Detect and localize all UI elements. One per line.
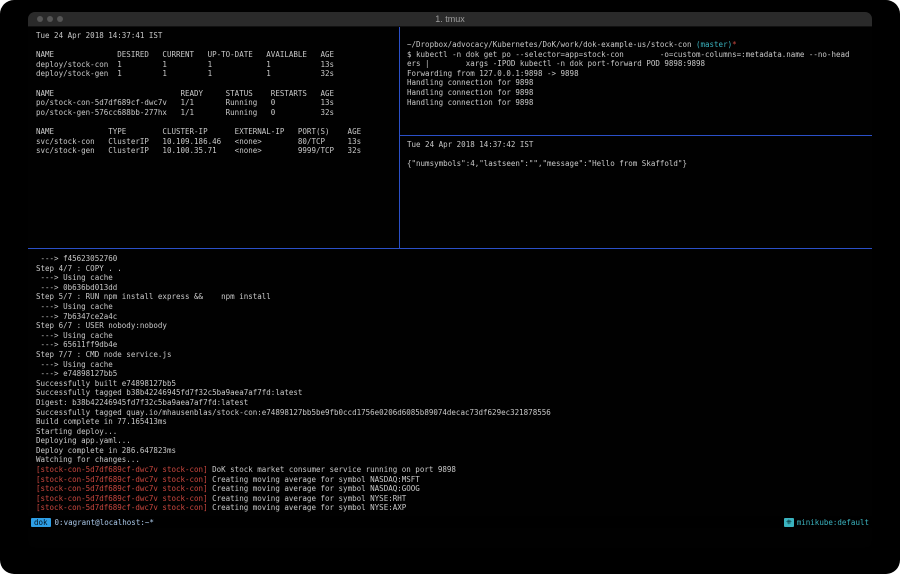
zoom-button[interactable] bbox=[57, 16, 63, 22]
pane-http-response[interactable]: Tue 24 Apr 2018 14:37:42 IST {"numsymbol… bbox=[400, 136, 872, 248]
terminal-line: Successfully tagged quay.io/mhausenblas/… bbox=[36, 408, 872, 418]
terminal-line bbox=[36, 79, 399, 89]
terminal-line: ~/Dropbox/advocacy/Kubernetes/DoK/work/d… bbox=[407, 40, 872, 50]
terminal-line: Handling connection for 9898 bbox=[407, 78, 872, 88]
terminal-line: Successfully built e74898127bb5 bbox=[36, 379, 872, 389]
terminal-line: Watching for changes... bbox=[36, 455, 872, 465]
terminal-line: [stock-con-5d7df689cf-dwc7v stock-con] C… bbox=[36, 475, 872, 485]
terminal-line: ---> f45623052760 bbox=[36, 254, 872, 264]
terminal-line: ---> 7b6347ce2a4c bbox=[36, 312, 872, 322]
terminal-line: [stock-con-5d7df689cf-dwc7v stock-con] C… bbox=[36, 494, 872, 504]
terminal-line: [stock-con-5d7df689cf-dwc7v stock-con] C… bbox=[36, 484, 872, 494]
terminal-line: ---> e74898127bb5 bbox=[36, 369, 872, 379]
right-pane-column: ~/Dropbox/advocacy/Kubernetes/DoK/work/d… bbox=[400, 27, 872, 248]
terminal-line: ---> Using cache bbox=[36, 302, 872, 312]
terminal-line: po/stock-gen-576cc688bb-277hx 1/1 Runnin… bbox=[36, 108, 399, 118]
terminal-line: Digest: b38b42246945fd7f32c5ba9aea7af7fd… bbox=[36, 398, 872, 408]
terminal-line: ---> Using cache bbox=[36, 360, 872, 370]
terminal-line: Successfully tagged b38b42246945fd7f32c5… bbox=[36, 388, 872, 398]
terminal-line: [stock-con-5d7df689cf-dwc7v stock-con] D… bbox=[36, 465, 872, 475]
terminal-window: 1. tmux Tue 24 Apr 2018 14:37:41 IST NAM… bbox=[28, 12, 872, 548]
terminal-line: Step 5/7 : RUN npm install express && np… bbox=[36, 292, 872, 302]
terminal-line: Handling connection for 9898 bbox=[407, 88, 872, 98]
terminal-line: deploy/stock-con 1 1 1 1 13s bbox=[36, 60, 399, 70]
pane-kubectl-watch[interactable]: Tue 24 Apr 2018 14:37:41 IST NAME DESIRE… bbox=[28, 27, 399, 248]
status-right: ⎈ minikube:default bbox=[784, 518, 869, 527]
kubernetes-icon: ⎈ bbox=[784, 518, 794, 527]
terminal-line: NAME TYPE CLUSTER-IP EXTERNAL-IP PORT(S)… bbox=[36, 127, 399, 137]
terminal-line bbox=[36, 117, 399, 127]
terminal-line bbox=[36, 41, 399, 51]
terminal-line: ---> 65611ff9db4e bbox=[36, 340, 872, 350]
terminal-line: NAME READY STATUS RESTARTS AGE bbox=[36, 89, 399, 99]
window-title: 1. tmux bbox=[28, 14, 872, 24]
terminal-line: ---> Using cache bbox=[36, 331, 872, 341]
terminal-line: Deploy complete in 286.647823ms bbox=[36, 446, 872, 456]
terminal-line bbox=[407, 150, 872, 160]
terminal-line: {"numsymbols":4,"lastseen":"","message":… bbox=[407, 159, 872, 169]
terminal-line: svc/stock-con ClusterIP 10.109.186.46 <n… bbox=[36, 137, 399, 147]
terminal-line: deploy/stock-gen 1 1 1 1 32s bbox=[36, 69, 399, 79]
kube-context: minikube:default bbox=[797, 518, 869, 527]
terminal-line: Handling connection for 9898 bbox=[407, 98, 872, 108]
minimize-button[interactable] bbox=[47, 16, 53, 22]
terminal-line: Starting deploy... bbox=[36, 427, 872, 437]
window-controls bbox=[37, 16, 63, 22]
terminal-line: $ kubectl -n dok get po --selector=app=s… bbox=[407, 50, 872, 60]
terminal-line: svc/stock-gen ClusterIP 10.100.35.71 <no… bbox=[36, 146, 399, 156]
terminal-line: po/stock-con-5d7df689cf-dwc7v 1/1 Runnin… bbox=[36, 98, 399, 108]
terminal-line: ---> Using cache bbox=[36, 273, 872, 283]
top-panes: Tue 24 Apr 2018 14:37:41 IST NAME DESIRE… bbox=[28, 27, 872, 248]
terminal-line: Build complete in 77.165413ms bbox=[36, 417, 872, 427]
terminal-line: Tue 24 Apr 2018 14:37:42 IST bbox=[407, 140, 872, 150]
terminal-line: NAME DESIRED CURRENT UP-TO-DATE AVAILABL… bbox=[36, 50, 399, 60]
terminal-line: Tue 24 Apr 2018 14:37:41 IST bbox=[36, 31, 399, 41]
terminal-line: Step 6/7 : USER nobody:nobody bbox=[36, 321, 872, 331]
terminal-content: Tue 24 Apr 2018 14:37:41 IST NAME DESIRE… bbox=[28, 27, 872, 548]
terminal-line: Step 7/7 : CMD node service.js bbox=[36, 350, 872, 360]
pane-skaffold-log[interactable]: ---> f45623052760Step 4/7 : COPY . . ---… bbox=[28, 249, 872, 516]
terminal-line: Deploying app.yaml... bbox=[36, 436, 872, 446]
terminal-line: ---> 0b636bd013dd bbox=[36, 283, 872, 293]
tmux-status-bar: dok 0:vagrant@localhost:~* ⎈ minikube:de… bbox=[28, 516, 872, 528]
terminal-line: Step 4/7 : COPY . . bbox=[36, 264, 872, 274]
window-tab[interactable]: 0:vagrant@localhost:~* bbox=[55, 518, 154, 527]
session-badge: dok bbox=[31, 518, 51, 527]
pane-port-forward[interactable]: ~/Dropbox/advocacy/Kubernetes/DoK/work/d… bbox=[400, 27, 872, 135]
terminal-line: Forwarding from 127.0.0.1:9898 -> 9898 bbox=[407, 69, 872, 79]
terminal-line: ers | xargs -IPOD kubectl -n dok port-fo… bbox=[407, 59, 872, 69]
terminal-line: [stock-con-5d7df689cf-dwc7v stock-con] C… bbox=[36, 503, 872, 513]
titlebar: 1. tmux bbox=[28, 12, 872, 27]
screen: 1. tmux Tue 24 Apr 2018 14:37:41 IST NAM… bbox=[0, 0, 900, 574]
close-button[interactable] bbox=[37, 16, 43, 22]
